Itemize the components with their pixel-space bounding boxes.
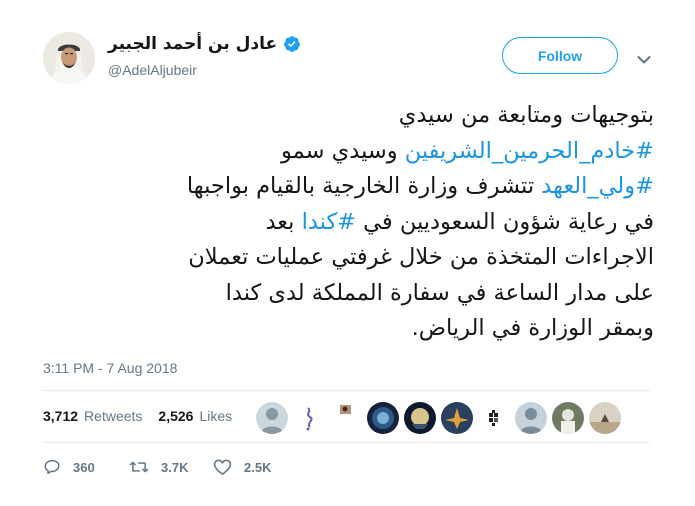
tweet-text-segment: وبمقر الوزارة في الرياض. — [411, 315, 654, 341]
tweet-text-segment: تتشرف وزارة الخارجية بالقيام بواجبها — [186, 173, 542, 199]
tweet-text-segment: الاجراءات المتخذة من خلال غرفتي عمليات ت… — [188, 244, 654, 270]
liker-avatar[interactable] — [404, 402, 436, 434]
divider — [43, 442, 650, 443]
retweet-icon — [129, 458, 149, 476]
tweet-line: في رعاية شؤون السعوديين في #كندا بعد — [40, 205, 655, 241]
tweet-line: #ولي_العهد تتشرف وزارة الخارجية بالقيام … — [40, 169, 654, 205]
hashtag-link[interactable]: #ولي_العهد — [541, 173, 654, 199]
liker-avatar[interactable] — [441, 402, 473, 434]
tweet-line: #خادم_الحرمين_الشريفين وسيدي سمو — [40, 134, 654, 170]
liker-avatar[interactable] — [293, 402, 325, 434]
liker-avatar[interactable] — [552, 402, 584, 434]
tweet-text-segment: وسيدي سمو — [281, 137, 405, 164]
reply-icon — [43, 458, 61, 476]
display-name[interactable]: عادل بن أحمد الجبير — [108, 34, 277, 54]
tweet-line: وبمقر الوزارة في الرياض. — [40, 311, 654, 347]
follow-button[interactable]: Follow — [502, 37, 618, 74]
avatar[interactable] — [43, 32, 95, 84]
chevron-down-icon[interactable] — [637, 50, 651, 64]
like-count: 2.5K — [244, 459, 272, 475]
verified-badge-icon — [283, 35, 301, 53]
liker-avatar[interactable] — [589, 402, 621, 434]
hashtag-link[interactable]: #خادم_الحرمين_الشريفين — [405, 138, 654, 164]
likes-count[interactable]: 2,526 — [158, 408, 193, 424]
tweet-text-segment: على مدار الساعة في سفارة المملكة لدى كند… — [225, 279, 654, 306]
retweets-count[interactable]: 3,712 — [43, 408, 78, 424]
likes-label[interactable]: Likes — [199, 408, 232, 424]
tweet-text-segment: في رعاية شؤون السعوديين في — [356, 208, 654, 235]
liker-avatar[interactable] — [330, 402, 362, 434]
user-handle[interactable]: @AdelAljubeir — [108, 62, 197, 78]
liker-avatar[interactable] — [256, 402, 288, 434]
tweet-line: على مدار الساعة في سفارة المملكة لدى كند… — [40, 276, 654, 312]
tweet-line: بتوجيهات ومتابعة من سيدي — [40, 98, 654, 134]
retweet-button[interactable]: 3.7K — [129, 458, 213, 476]
reply-button[interactable]: 360 — [43, 458, 129, 476]
retweets-label[interactable]: Retweets — [84, 408, 142, 424]
user-name-row[interactable]: عادل بن أحمد الجبير — [108, 34, 301, 54]
heart-icon — [213, 458, 232, 476]
liker-avatar[interactable] — [515, 402, 547, 434]
tweet-stats: 3,712 Retweets 2,526 Likes — [43, 408, 242, 424]
reply-count: 360 — [73, 459, 95, 475]
like-button[interactable]: 2.5K — [213, 458, 271, 476]
divider — [43, 390, 650, 391]
tweet-timestamp[interactable]: 3:11 PM - 7 Aug 2018 — [43, 360, 177, 376]
liker-avatars — [256, 402, 621, 434]
tweet-text: بتوجيهات ومتابعة من سيدي #خادم_الحرمين_ال… — [40, 98, 654, 347]
liker-avatar[interactable] — [478, 402, 510, 434]
hashtag-link[interactable]: #كندا — [302, 209, 356, 235]
tweet-line: الاجراءات المتخذة من خلال غرفتي عمليات ت… — [40, 240, 654, 276]
tweet-actions: 360 3.7K 2.5K — [43, 458, 271, 476]
tweet-text-segment: بعد — [265, 208, 302, 235]
tweet-text-segment: بتوجيهات ومتابعة من سيدي — [398, 102, 654, 128]
liker-avatar[interactable] — [367, 402, 399, 434]
retweet-count: 3.7K — [161, 459, 189, 475]
